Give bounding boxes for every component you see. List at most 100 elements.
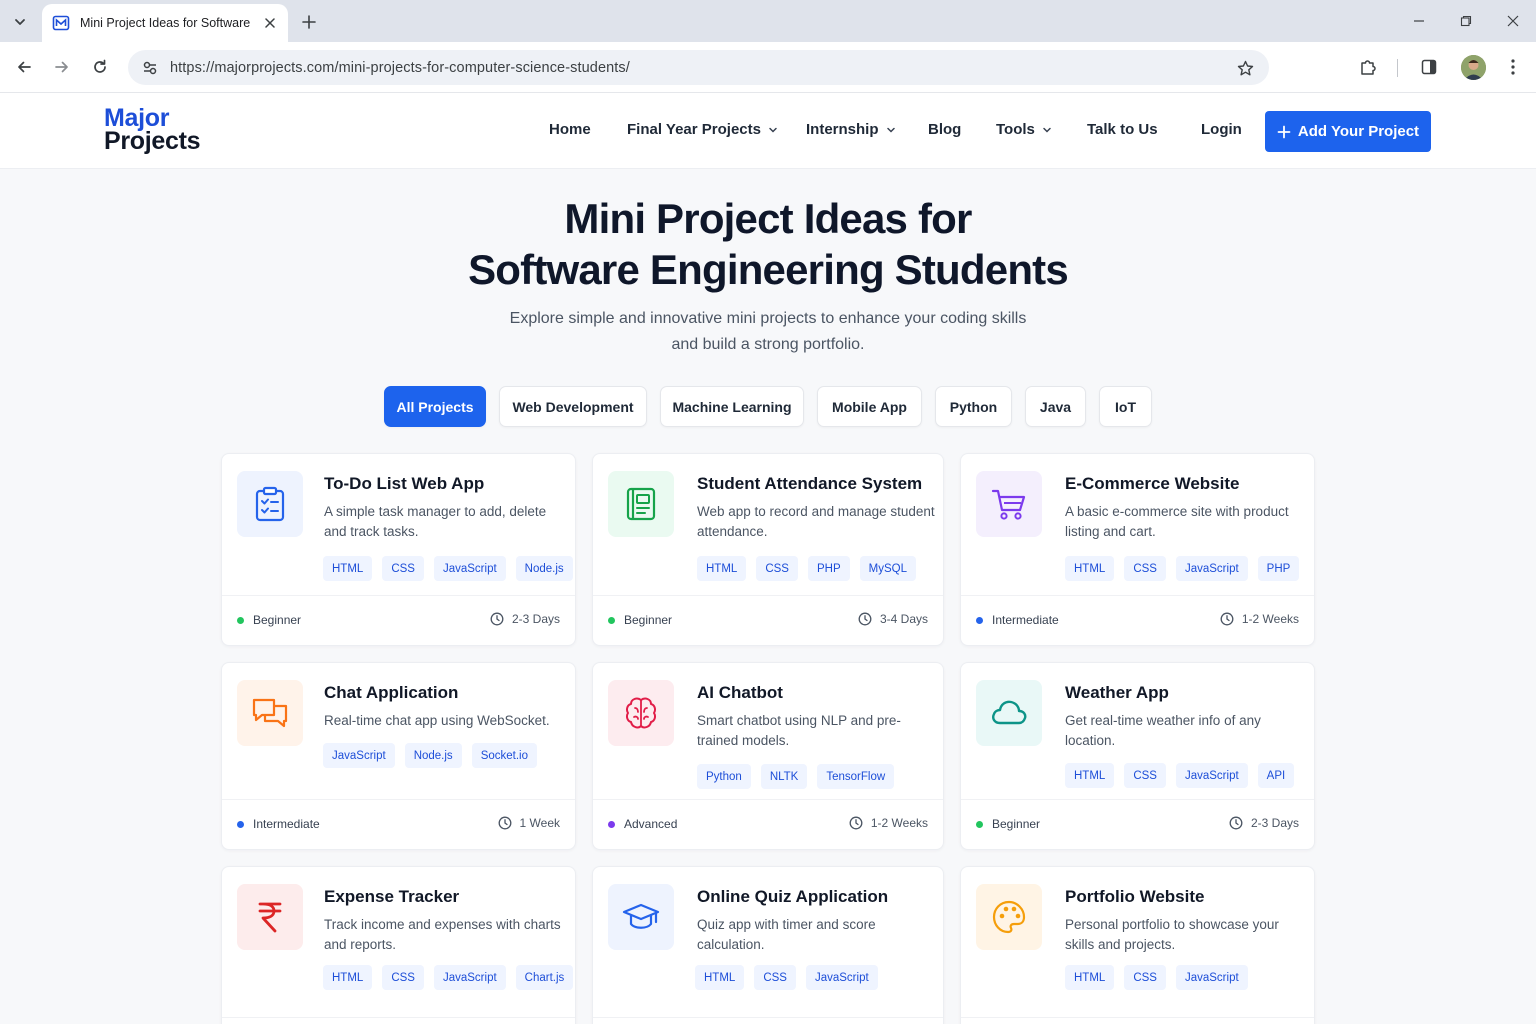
site-logo[interactable]: Major Projects xyxy=(104,106,201,154)
tag: JavaScript xyxy=(1175,556,1248,581)
add-project-label: Add Your Project xyxy=(1297,123,1420,140)
extensions-puzzle-icon[interactable] xyxy=(1356,55,1380,79)
browser-menu-icon[interactable] xyxy=(1501,55,1525,79)
level-label: Advanced xyxy=(624,817,678,831)
new-tab-plus-icon[interactable] xyxy=(298,11,320,33)
duration: 1 Week xyxy=(498,816,560,830)
forward-arrow-icon[interactable] xyxy=(49,54,75,80)
difficulty-level: Advanced xyxy=(608,817,677,831)
address-bar[interactable]: https://majorprojects.com/mini-projects-… xyxy=(128,50,1269,85)
tag: PHP xyxy=(807,556,850,581)
filter-mobile-app[interactable]: Mobile App xyxy=(817,386,922,427)
level-label: Intermediate xyxy=(253,817,320,831)
card-description: A simple task manager to add, delete and… xyxy=(324,504,547,539)
site-info-icon[interactable] xyxy=(140,58,160,78)
filter-iot[interactable]: IoT xyxy=(1099,386,1152,427)
back-arrow-icon[interactable] xyxy=(11,54,37,80)
restore-icon[interactable] xyxy=(1452,8,1480,34)
card-footer: Intermediate 1 Week xyxy=(222,799,575,849)
browser-tab[interactable]: Mini Project Ideas for Software E xyxy=(42,4,288,42)
page-subtitle-line1: Explore simple and innovative mini proje… xyxy=(509,310,1027,327)
bookmark-star-icon[interactable] xyxy=(1235,58,1255,78)
project-card-chat[interactable]: Chat Application Real-time chat app usin… xyxy=(221,662,576,850)
nav-internship[interactable]: Internship xyxy=(806,121,896,138)
project-card-quiz[interactable]: Online Quiz Application Quiz app with ti… xyxy=(592,866,944,1024)
chevron-down-icon xyxy=(768,125,778,135)
project-card-attendance[interactable]: Student Attendance System Web app to rec… xyxy=(592,453,944,646)
tab-title: Mini Project Ideas for Software E xyxy=(80,16,254,30)
plus-icon xyxy=(1277,125,1291,139)
filter-java[interactable]: Java xyxy=(1025,386,1086,427)
level-dot xyxy=(608,820,615,828)
side-panel-icon[interactable] xyxy=(1417,55,1441,79)
nav-home[interactable]: Home xyxy=(549,121,591,138)
card-description: Get real-time weather info of any locati… xyxy=(1065,713,1261,748)
card-description: Smart chatbot using NLP and pre-trained … xyxy=(697,713,901,748)
card-tags: HTML CSS PHP MySQL xyxy=(697,556,916,581)
url-domain: https://majorprojects.com xyxy=(170,59,335,76)
card-footer-divider xyxy=(593,1017,943,1018)
nav-blog[interactable]: Blog xyxy=(928,121,961,138)
browser-toolbar: https://majorprojects.com/mini-projects-… xyxy=(0,42,1536,93)
toolbar-divider xyxy=(1397,59,1398,77)
card-title: Chat Application xyxy=(324,683,459,702)
tag: JavaScript xyxy=(805,965,878,990)
nav-tools[interactable]: Tools xyxy=(996,121,1052,138)
card-title: Expense Tracker xyxy=(324,887,460,906)
page-title: Mini Project Ideas for Software Engineer… xyxy=(0,193,1536,295)
tag: HTML xyxy=(697,556,747,581)
reload-icon[interactable] xyxy=(87,54,113,80)
project-card-ecommerce[interactable]: E-Commerce Website A basic e-commerce si… xyxy=(960,453,1315,646)
add-project-button[interactable]: Add Your Project xyxy=(1265,111,1431,152)
card-tags: Python NLTK TensorFlow xyxy=(697,764,895,789)
nav-talk-label: Talk to Us xyxy=(1087,121,1158,138)
filter-all-projects[interactable]: All Projects xyxy=(384,386,486,427)
difficulty-level: Beginner xyxy=(237,613,301,627)
tag: Node.js xyxy=(404,743,462,768)
card-title: To-Do List Web App xyxy=(324,474,485,493)
window-close-icon[interactable] xyxy=(1499,8,1527,34)
tag: CSS xyxy=(756,556,798,581)
card-tags: JavaScript Node.js Socket.io xyxy=(323,743,537,768)
difficulty-level: Beginner xyxy=(976,817,1040,831)
tab-search-chevron-icon[interactable] xyxy=(8,10,32,34)
level-dot xyxy=(608,616,615,624)
filter-web-development[interactable]: Web Development xyxy=(499,386,647,427)
tab-close-icon[interactable] xyxy=(262,15,278,31)
minimize-icon[interactable] xyxy=(1405,8,1433,34)
nav-login[interactable]: Login xyxy=(1201,121,1242,138)
project-card-todo[interactable]: To-Do List Web App A simple task manager… xyxy=(221,453,576,646)
clock-icon xyxy=(498,816,512,830)
tag: HTML xyxy=(1065,763,1115,788)
card-description: A basic e-commerce site with product lis… xyxy=(1065,504,1289,539)
card-title: E-Commerce Website xyxy=(1065,474,1240,493)
project-card-portfolio[interactable]: Portfolio Website Personal portfolio to … xyxy=(960,866,1315,1024)
nav-talk-to-us[interactable]: Talk to Us xyxy=(1087,121,1158,138)
tag: Chart.js xyxy=(515,965,574,990)
project-card-weather[interactable]: Weather App Get real-time weather info o… xyxy=(960,662,1315,850)
chat-bubbles-icon xyxy=(237,680,303,746)
difficulty-level: Intermediate xyxy=(976,613,1059,627)
tag: MySQL xyxy=(859,556,916,581)
profile-avatar[interactable] xyxy=(1461,55,1486,80)
card-footer: Intermediate 1-2 Weeks xyxy=(961,595,1314,645)
url-path: /mini-projects-for-computer-science-stud… xyxy=(334,59,630,76)
tag: HTML xyxy=(323,556,373,581)
filter-python[interactable]: Python xyxy=(935,386,1012,427)
brain-icon xyxy=(608,680,674,746)
nav-final-year-projects[interactable]: Final Year Projects xyxy=(627,121,778,138)
tag: TensorFlow xyxy=(817,764,895,789)
difficulty-level: Beginner xyxy=(608,613,672,627)
duration-label: 2-3 Days xyxy=(1250,816,1299,830)
duration: 2-3 Days xyxy=(490,612,560,626)
graduation-cap-icon xyxy=(608,884,674,950)
tag: PHP xyxy=(1257,556,1300,581)
clock-icon xyxy=(1220,612,1234,626)
tag: CSS xyxy=(1124,763,1166,788)
filter-machine-learning[interactable]: Machine Learning xyxy=(660,386,804,427)
chevron-down-icon xyxy=(886,125,896,135)
project-card-expense[interactable]: Expense Tracker Track income and expense… xyxy=(221,866,576,1024)
url-text: https://majorprojects.com/mini-projects-… xyxy=(170,60,630,76)
project-card-ai-chatbot[interactable]: AI Chatbot Smart chatbot using NLP and p… xyxy=(592,662,944,850)
tag: JavaScript xyxy=(323,743,395,768)
